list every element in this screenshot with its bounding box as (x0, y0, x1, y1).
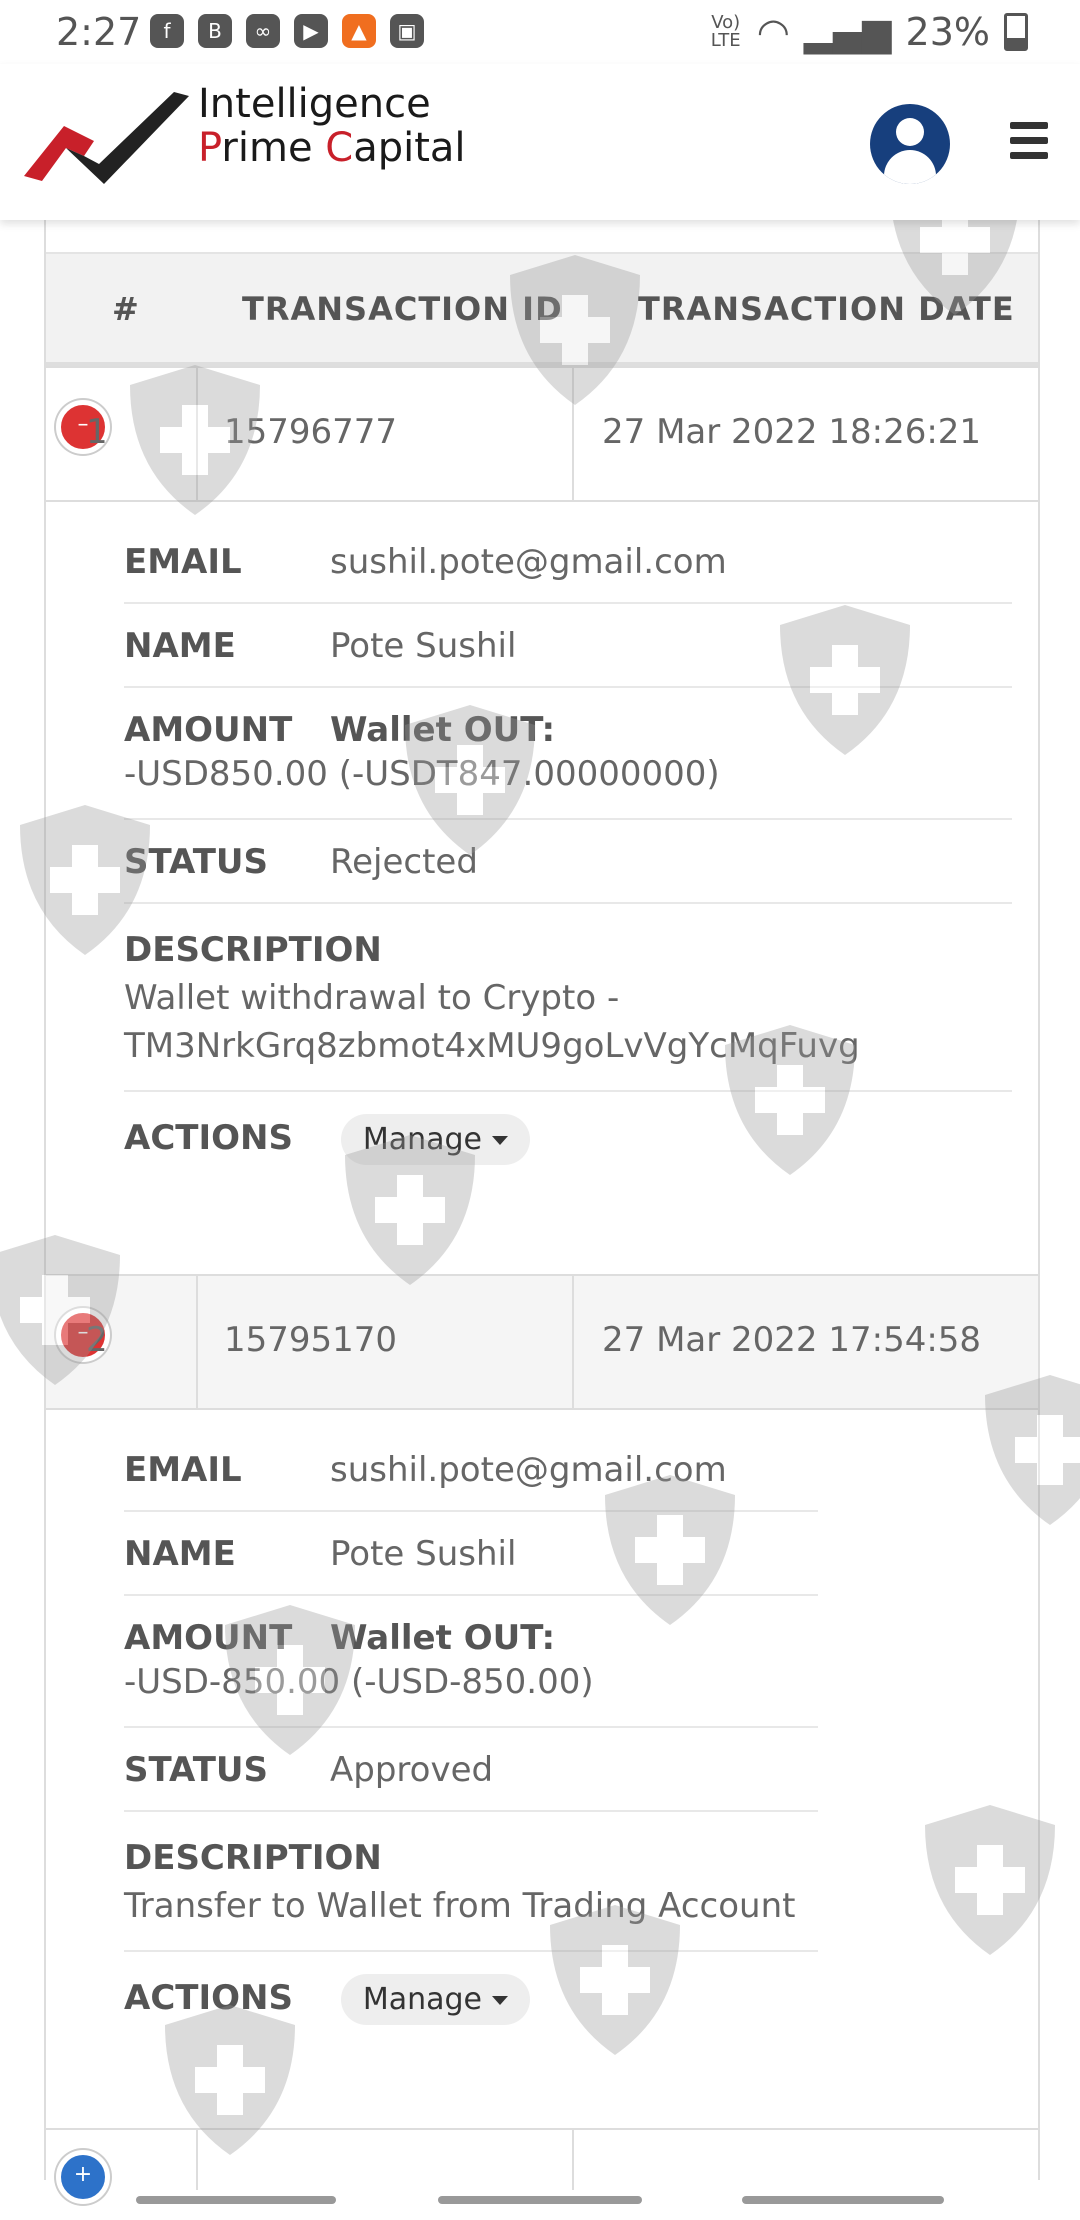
detail-email: EMAIL sushil.pote@gmail.com (124, 520, 1012, 604)
system-status: Vo) LTE ◠ ▂▄▆ 23% (709, 10, 1028, 54)
logo-icon (24, 92, 189, 184)
column-header-number: # (112, 290, 140, 328)
wifi-icon: ◠ (756, 10, 790, 54)
detail-name: NAME Pote Sushil (124, 1512, 818, 1596)
nav-recents[interactable] (136, 2196, 336, 2204)
app-header: Intelligence Prime Capital (0, 64, 1080, 220)
nav-back[interactable] (742, 2196, 944, 2204)
logo-text: Intelligence Prime Capital (198, 81, 466, 171)
battery-icon (1004, 13, 1028, 51)
detail-actions: ACTIONS Manage (124, 1952, 818, 2045)
notification-icons: f B ∞ ▶ ▲ ▣ (150, 14, 424, 48)
manage-button[interactable]: Manage (340, 1974, 530, 2025)
detail-status: STATUS Rejected (124, 820, 1012, 904)
image-icon: ▣ (390, 14, 424, 48)
transactions-panel: # TRANSACTION ID TRANSACTION DATE – 1 15… (44, 220, 1040, 2204)
menu-icon[interactable] (1010, 122, 1048, 167)
table-row[interactable]: – 1 15796777 27 Mar 2022 18:26:21 (46, 366, 1038, 502)
vlc-icon: ▲ (342, 14, 376, 48)
lte-indicator: Vo) LTE (710, 12, 741, 51)
caret-down-icon (491, 1996, 508, 2005)
manage-button[interactable]: Manage (340, 1114, 530, 1165)
battery-percent: 23% (905, 10, 990, 54)
b-icon: B (198, 14, 232, 48)
avatar[interactable] (870, 104, 950, 184)
system-nav-bar (0, 2180, 1080, 2220)
row-number: 2 (86, 1320, 108, 1360)
detail-status: STATUS Approved (124, 1728, 818, 1812)
transaction-details: EMAIL sushil.pote@gmail.com NAME Pote Sush… (124, 520, 1012, 1185)
row-number: 1 (86, 412, 108, 452)
nav-home[interactable] (438, 2196, 642, 2204)
signal-icon: ▂▄▆ (803, 10, 892, 54)
detail-amount: AMOUNT Wallet OUT: -USD850.00 (-USDT847.0… (124, 688, 1012, 820)
facebook-icon: f (150, 14, 184, 48)
detail-amount: AMOUNT Wallet OUT: -USD-850.00 (-USD-850.… (124, 1596, 818, 1728)
detail-description: DESCRIPTION Wallet withdrawal to Crypto … (124, 904, 1012, 1092)
transaction-id: 15796777 (224, 412, 398, 452)
detail-email: EMAIL sushil.pote@gmail.com (124, 1428, 818, 1512)
youtube-icon: ▶ (294, 14, 328, 48)
detail-name: NAME Pote Sushil (124, 604, 1012, 688)
transaction-date: 27 Mar 2022 17:54:58 (602, 1320, 982, 1360)
detail-actions: ACTIONS Manage (124, 1092, 1012, 1185)
status-bar: 2:27 f B ∞ ▶ ▲ ▣ Vo) LTE ◠ ▂▄▆ 23% (0, 0, 1080, 64)
table-row[interactable]: – 2 15795170 27 Mar 2022 17:54:58 (46, 1274, 1038, 1410)
column-header-transaction-id: TRANSACTION ID (242, 290, 563, 328)
table-header: # TRANSACTION ID TRANSACTION DATE (46, 252, 1038, 368)
app-icon: ∞ (246, 14, 280, 48)
status-time: 2:27 (56, 10, 142, 54)
transaction-details: EMAIL sushil.pote@gmail.com NAME Pote Sush… (124, 1428, 818, 2045)
transaction-id: 15795170 (224, 1320, 398, 1360)
detail-description: DESCRIPTION Transfer to Wallet from Trad… (124, 1812, 818, 1952)
caret-down-icon (491, 1136, 508, 1145)
column-header-transaction-date: TRANSACTION DATE (638, 290, 1015, 328)
transaction-date: 27 Mar 2022 18:26:21 (602, 412, 982, 452)
